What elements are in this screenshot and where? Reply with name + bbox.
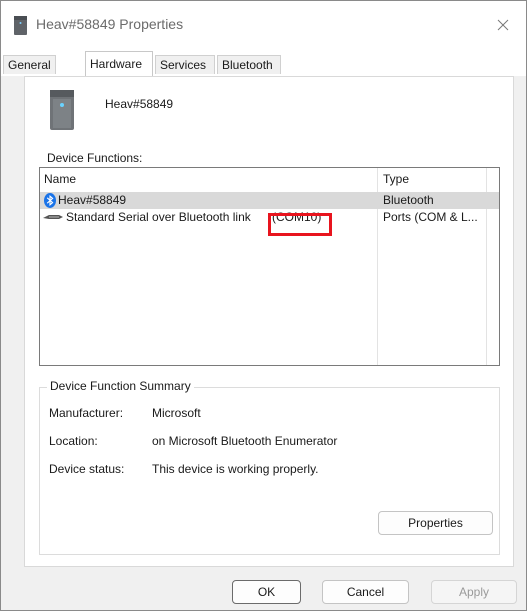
properties-button[interactable]: Properties <box>378 511 493 535</box>
summary-label: Device Function Summary <box>47 379 194 393</box>
manufacturer-label: Manufacturer: <box>49 406 124 420</box>
table-row[interactable]: Heav#58849 Bluetooth <box>40 192 499 209</box>
tower-device-icon <box>50 90 74 130</box>
tab-services[interactable]: Services <box>155 55 215 74</box>
column-header-name[interactable]: Name <box>44 172 76 186</box>
row-name: Standard Serial over Bluetooth link <box>66 210 251 224</box>
device-name: Heav#58849 <box>105 97 174 111</box>
window-title: Heav#58849 Properties <box>36 16 184 32</box>
close-button[interactable] <box>480 1 526 49</box>
manufacturer-value: Microsoft <box>152 406 201 420</box>
location-value: on Microsoft Bluetooth Enumerator <box>152 434 338 448</box>
cancel-button[interactable]: Cancel <box>322 580 409 604</box>
ok-button[interactable]: OK <box>232 580 301 604</box>
row-type: Ports (COM & L... <box>383 210 478 224</box>
bluetooth-icon <box>44 193 56 208</box>
row-type: Bluetooth <box>383 193 434 207</box>
list-header: Name Type <box>40 168 499 190</box>
device-status-label: Device status: <box>49 462 125 476</box>
properties-dialog: Heav#58849 Properties General Hardware S… <box>0 0 527 611</box>
device-functions-list[interactable]: Name Type Heav#58849 Bluetooth Standard … <box>39 167 500 366</box>
location-label: Location: <box>49 434 98 448</box>
device-functions-label: Device Functions: <box>47 151 143 165</box>
row-name: Heav#58849 <box>58 193 127 207</box>
row-port: (COM10) <box>272 210 322 224</box>
column-header-type[interactable]: Type <box>383 172 409 186</box>
tab-general[interactable]: General <box>3 55 56 74</box>
apply-button[interactable]: Apply <box>431 580 517 604</box>
serial-cable-icon <box>43 215 63 219</box>
device-status-value: This device is working properly. <box>152 462 319 476</box>
table-row[interactable]: Standard Serial over Bluetooth link (COM… <box>40 209 499 226</box>
tower-device-icon <box>14 16 27 35</box>
tab-hardware[interactable]: Hardware <box>85 51 153 76</box>
tab-strip: General Hardware Services Bluetooth <box>1 49 526 76</box>
title-bar[interactable]: Heav#58849 Properties <box>1 1 526 49</box>
tab-bluetooth[interactable]: Bluetooth <box>217 55 281 74</box>
close-icon <box>497 19 509 31</box>
